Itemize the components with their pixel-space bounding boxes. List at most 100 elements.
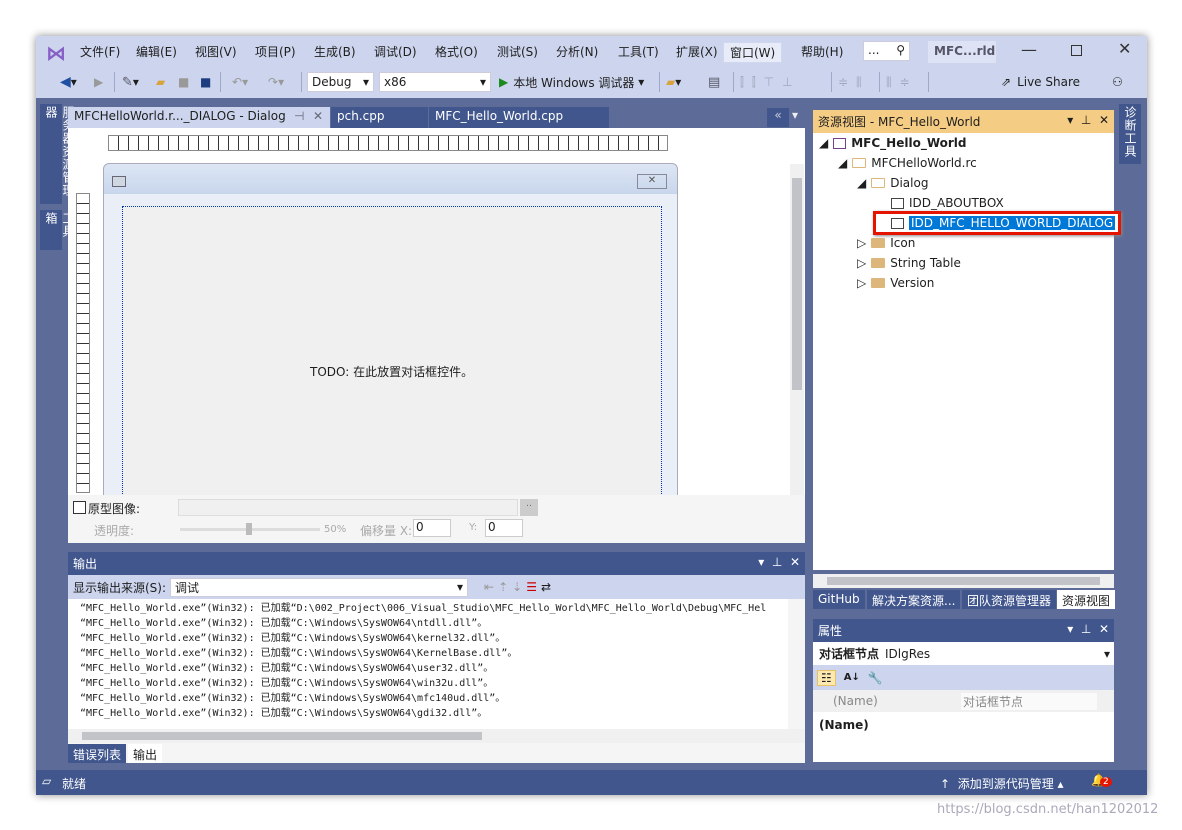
output-horizontal-scrollbar[interactable] bbox=[68, 729, 805, 743]
source-control-button[interactable]: ↑ 添加到源代码管理 ▴ bbox=[940, 775, 1064, 792]
search-placeholder: ... bbox=[868, 43, 880, 57]
menu-5[interactable]: 调试(D) bbox=[374, 43, 417, 60]
source-control-label: 添加到源代码管理 bbox=[957, 777, 1054, 791]
todo-static-text[interactable]: TODO: 在此放置对话框控件。 bbox=[310, 363, 473, 380]
dialog-icon bbox=[112, 176, 126, 187]
menu-3[interactable]: 项目(P) bbox=[255, 43, 296, 60]
menu-9[interactable]: 工具(T) bbox=[618, 43, 659, 60]
tree-horizontal-scrollbar[interactable] bbox=[813, 574, 1114, 588]
tree-item-rc[interactable]: ◢ MFCHelloWorld.rc bbox=[838, 156, 977, 170]
panel-controls[interactable]: ▾ ⊥ ✕ bbox=[1067, 113, 1109, 130]
platform-value: x86 bbox=[384, 75, 407, 89]
menu-11[interactable]: 窗口(W) bbox=[723, 42, 783, 63]
offset-y-label: Y: bbox=[469, 522, 478, 533]
tree-item-aboutbox[interactable]: IDD_ABOUTBOX bbox=[891, 196, 1004, 210]
dialog-test-button[interactable]: ▤ bbox=[708, 72, 720, 92]
vertical-scrollbar[interactable] bbox=[790, 164, 804, 496]
object-select[interactable]: 对话框节点 IDlgRes ▾ bbox=[813, 642, 1114, 665]
dialog-preview[interactable]: ✕ TODO: 在此放置对话框控件。 bbox=[103, 163, 678, 506]
output-window-icon: ▱ bbox=[42, 774, 52, 788]
tab-error-list[interactable]: 错误列表 bbox=[68, 744, 127, 763]
browse-button[interactable]: .. bbox=[520, 499, 538, 516]
opacity-slider[interactable] bbox=[180, 523, 320, 535]
menu-8[interactable]: 分析(N) bbox=[556, 43, 598, 60]
toolbox-tab[interactable]: 工具箱 bbox=[40, 210, 75, 250]
output-source-select[interactable]: 调试 ▾ bbox=[170, 577, 469, 597]
tab-list-button[interactable]: ▾ bbox=[792, 108, 798, 122]
menu-2[interactable]: 视图(V) bbox=[195, 43, 237, 60]
window-title: MFC...rld bbox=[928, 41, 996, 63]
tab-output[interactable]: 输出 bbox=[128, 744, 163, 763]
menu-6[interactable]: 格式(O) bbox=[435, 43, 478, 60]
tab-pch-cpp[interactable]: pch.cpp bbox=[331, 107, 428, 128]
save-all-button[interactable]: ■ bbox=[200, 72, 211, 92]
dialog-designer[interactable]: ✕ TODO: 在此放置对话框控件。 bbox=[68, 128, 805, 506]
diagnostics-tab[interactable]: 诊断工具 bbox=[1119, 104, 1141, 164]
tab-dialog[interactable]: MFCHelloWorld.r..._DIALOG - Dialog ⊣ ✕ bbox=[68, 107, 330, 128]
categorized-icon[interactable]: ☷ bbox=[817, 669, 836, 686]
menu-10[interactable]: 扩展(X) bbox=[676, 43, 718, 60]
save-button[interactable]: ■ bbox=[178, 72, 189, 92]
close-icon[interactable]: ✕ bbox=[313, 109, 323, 123]
menu-4[interactable]: 生成(B) bbox=[314, 43, 356, 60]
search-box[interactable]: ... ⚲ bbox=[863, 41, 910, 61]
maximize-button[interactable] bbox=[1071, 45, 1082, 56]
pin-icon[interactable]: ⊣ bbox=[294, 109, 304, 123]
panel-controls[interactable]: ▾ ⊥ ✕ bbox=[758, 555, 800, 572]
tree-item-dialog[interactable]: ◢ Dialog bbox=[857, 176, 928, 190]
minimize-button[interactable]: — bbox=[1021, 40, 1037, 59]
dialog-close-button[interactable]: ✕ bbox=[637, 174, 667, 189]
config-select[interactable]: Debug ▾ bbox=[307, 72, 374, 92]
live-share-button[interactable]: ⇗ Live Share bbox=[1001, 72, 1080, 92]
clear-all-icon[interactable]: ☰ bbox=[526, 580, 537, 594]
next-message-icon[interactable]: ⇣ bbox=[512, 580, 522, 594]
tab-main-cpp[interactable]: MFC_Hello_World.cpp bbox=[429, 107, 609, 128]
back-button[interactable]: ◀ ▾ bbox=[60, 72, 77, 92]
menu-1[interactable]: 编辑(E) bbox=[136, 43, 177, 60]
tab-solution-explorer[interactable]: 解决方案资源... bbox=[867, 590, 961, 609]
goto-line-icon[interactable]: ⇤ bbox=[484, 580, 494, 594]
tab-overflow-button[interactable]: « bbox=[767, 108, 789, 127]
tree-item-version[interactable]: ▷ Version bbox=[857, 276, 934, 290]
undo-button[interactable]: ↶ ▾ bbox=[232, 72, 248, 92]
tree-item-string-table[interactable]: ▷ String Table bbox=[857, 256, 961, 270]
tab-label: MFCHelloWorld.r..._DIALOG - Dialog bbox=[74, 109, 286, 123]
dialog-client-area[interactable]: TODO: 在此放置对话框控件。 bbox=[122, 206, 662, 506]
tab-resource-view[interactable]: 资源视图 bbox=[1057, 590, 1116, 609]
close-button[interactable]: ✕ bbox=[1118, 39, 1131, 58]
prototype-path-input[interactable] bbox=[178, 499, 518, 516]
menu-12[interactable]: 帮助(H) bbox=[801, 43, 843, 60]
prev-message-icon[interactable]: ⇡ bbox=[498, 580, 508, 594]
property-value[interactable]: 对话框节点 bbox=[961, 692, 1097, 710]
menu-7[interactable]: 测试(S) bbox=[497, 43, 538, 60]
offset-x-label: 偏移量 X: bbox=[360, 524, 413, 538]
slider-thumb[interactable] bbox=[246, 523, 252, 535]
word-wrap-icon[interactable]: ⇄ bbox=[541, 580, 551, 594]
output-text[interactable]: “MFC_Hello_World.exe”(Win32): 已加载“D:\002… bbox=[68, 599, 788, 729]
open-button[interactable]: ▰ bbox=[156, 72, 165, 92]
platform-select[interactable]: x86 ▾ bbox=[379, 72, 491, 92]
tab-github[interactable]: GitHub bbox=[813, 590, 865, 609]
property-pages-icon[interactable]: 🔧 bbox=[868, 671, 883, 685]
property-row[interactable]: (Name) 对话框节点 bbox=[813, 690, 1114, 712]
feedback-button[interactable]: ⚇ bbox=[1112, 72, 1123, 92]
server-explorer-tab[interactable]: 服务器资源管理器 bbox=[40, 104, 75, 204]
sort-alpha-icon[interactable]: A↓ bbox=[844, 672, 860, 683]
offset-y-input[interactable]: 0 bbox=[485, 519, 523, 537]
panel-controls[interactable]: ▾ ⊥ ✕ bbox=[1067, 622, 1109, 639]
tab-team-explorer[interactable]: 团队资源管理器 bbox=[962, 590, 1057, 609]
new-project-button[interactable]: ✎ ▾ bbox=[122, 72, 139, 92]
find-button[interactable]: ▰ ▾ bbox=[666, 72, 681, 92]
forward-button[interactable]: ▶ bbox=[94, 72, 103, 92]
menu-0[interactable]: 文件(F) bbox=[80, 43, 120, 60]
tree-item-main-dialog[interactable]: IDD_MFC_HELLO_WORLD_DIALOG bbox=[873, 211, 1122, 235]
prototype-checkbox[interactable] bbox=[73, 501, 86, 514]
offset-x-input[interactable]: 0 bbox=[413, 519, 451, 537]
prototype-bar: 原型图像: .. 透明度: 50% 偏移量 X: 0 Y: 0 bbox=[68, 495, 805, 543]
properties-panel: 属性 ▾ ⊥ ✕ 对话框节点 IDlgRes ▾ ☷ A↓ 🔧 (Name) 对话框节… bbox=[813, 619, 1114, 762]
notifications-button[interactable]: 🔔2 bbox=[1091, 773, 1112, 787]
tree-item-project[interactable]: ◢ MFC_Hello_World bbox=[819, 136, 967, 150]
start-debug-button[interactable]: ▶ 本地 Windows 调试器 ▾ bbox=[499, 72, 644, 92]
redo-button[interactable]: ↷ ▾ bbox=[268, 72, 284, 92]
tree-item-icon[interactable]: ▷ Icon bbox=[857, 236, 915, 250]
